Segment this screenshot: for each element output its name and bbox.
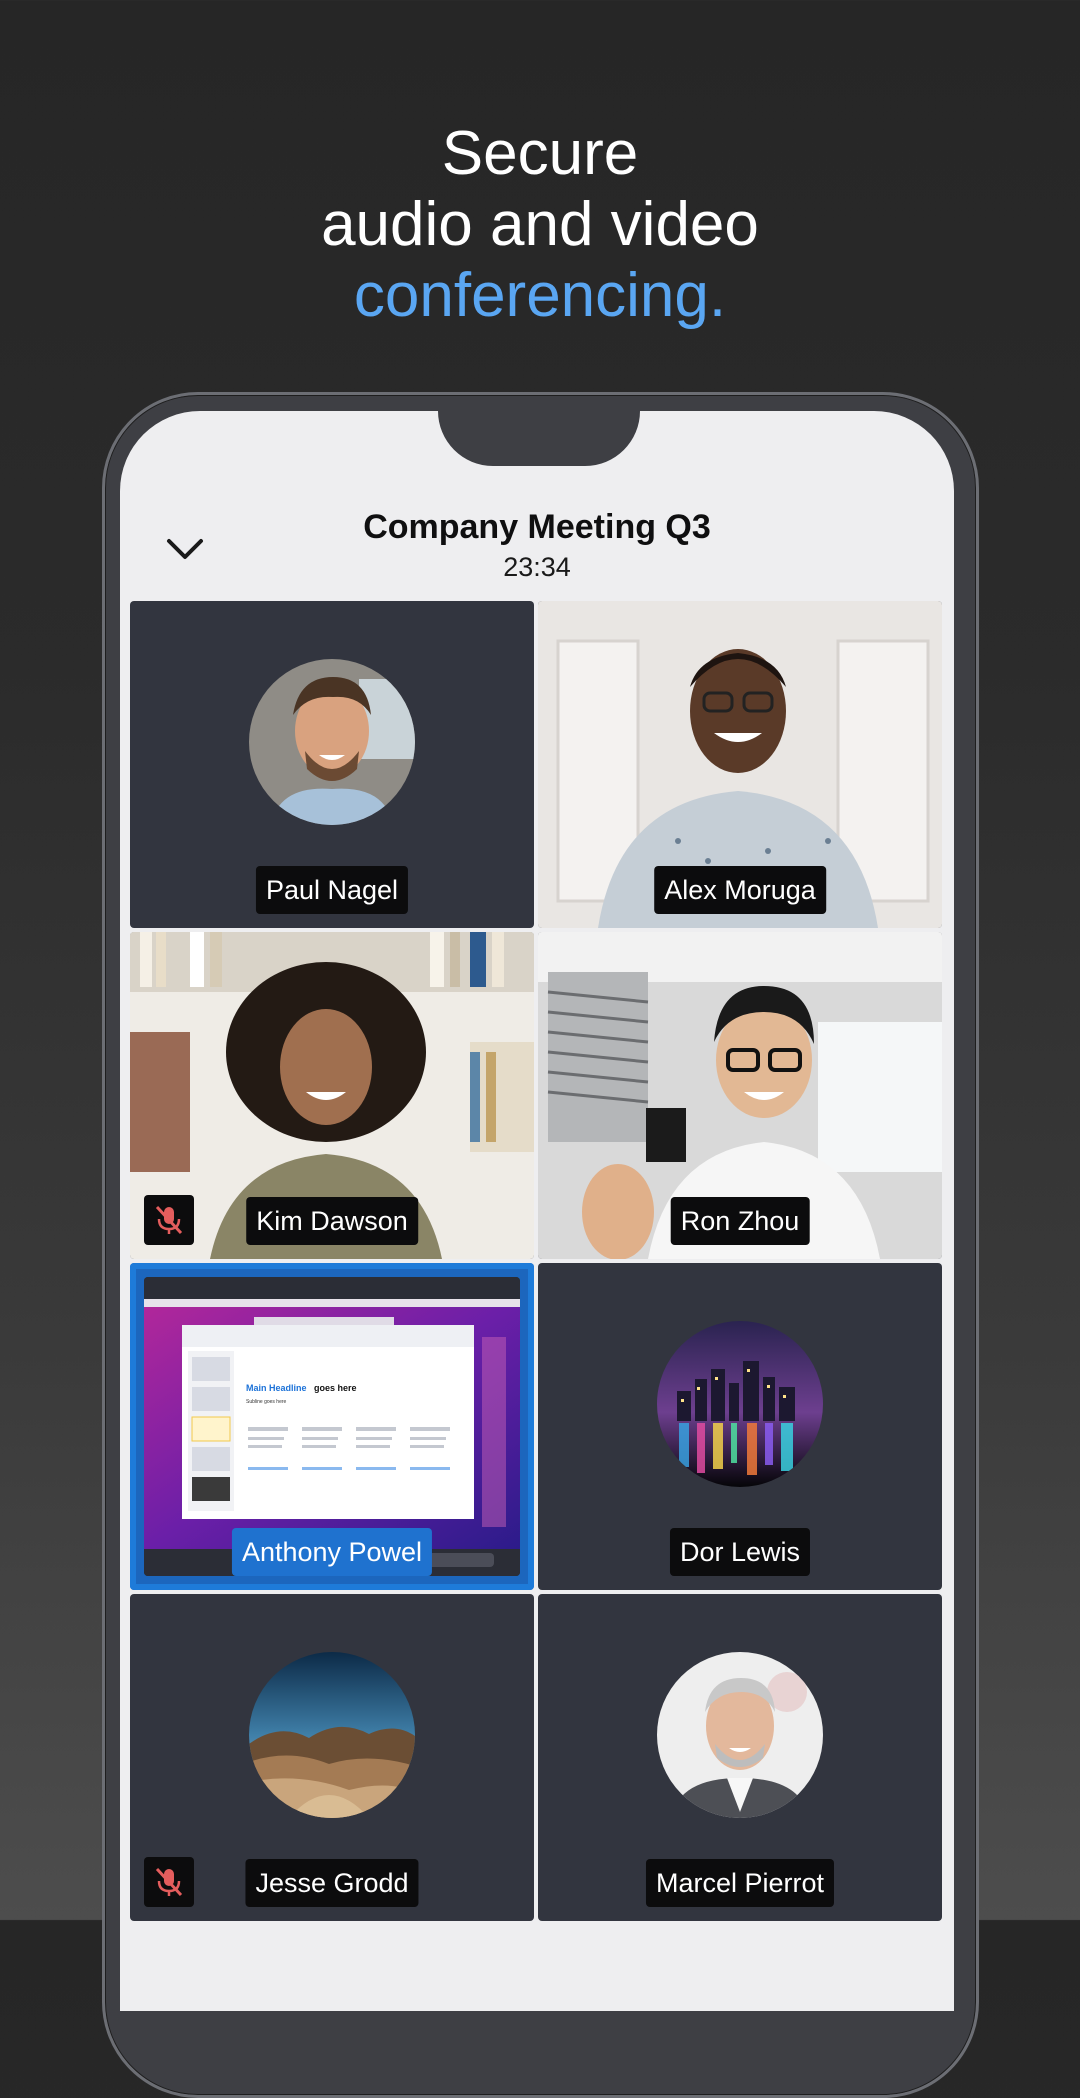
avatar [657,1652,823,1818]
shared-subline: Subline goes here [246,1399,287,1405]
participant-tile-alex-moruga[interactable]: Alex Moruga [538,601,942,928]
participant-name: Dor Lewis [669,1528,811,1576]
meeting-screen: Company Meeting Q3 23:34 Paul Nagel Alex… [120,411,954,2011]
promo-headline: Secure audio and video conferencing. [0,118,1080,331]
mic-muted-icon [155,1867,183,1897]
promo-line-2: audio and video [321,190,759,259]
mic-muted-icon [155,1205,183,1235]
muted-indicator [144,1195,194,1245]
shared-headline-part2: goes here [314,1383,357,1393]
participant-name: Marcel Pierrot [645,1859,835,1907]
participant-tile-jesse-grodd[interactable]: Jesse Grodd [130,1594,534,1921]
participant-name: Jesse Grodd [245,1859,419,1907]
meeting-title: Company Meeting Q3 [363,508,711,546]
participant-tile-dor-lewis[interactable]: Dor Lewis [538,1263,942,1590]
meeting-timer: 23:34 [503,552,571,582]
shared-headline-part1: Main Headline [246,1383,307,1393]
promo-line-3: conferencing. [353,261,727,330]
participant-name: Ron Zhou [670,1197,810,1245]
muted-indicator [144,1857,194,1907]
participant-name: Kim Dawson [246,1197,418,1245]
avatar [657,1321,823,1487]
avatar [249,659,415,825]
avatar [249,1652,415,1818]
promo-line-1: Secure [441,119,639,188]
participant-tile-paul-nagel[interactable]: Paul Nagel [130,601,534,928]
participant-tile-kim-dawson[interactable]: Kim Dawson [130,932,534,1259]
phone-notch [438,411,640,466]
participant-tile-anthony-powel[interactable]: Main Headline goes here Subline goes her… [130,1263,534,1590]
participant-tile-ron-zhou[interactable]: Ron Zhou [538,932,942,1259]
participant-name: Alex Moruga [654,866,826,914]
participant-tile-marcel-pierrot[interactable]: Marcel Pierrot [538,1594,942,1921]
participant-name: Paul Nagel [255,866,409,914]
participant-name: Anthony Powel [231,1528,433,1576]
